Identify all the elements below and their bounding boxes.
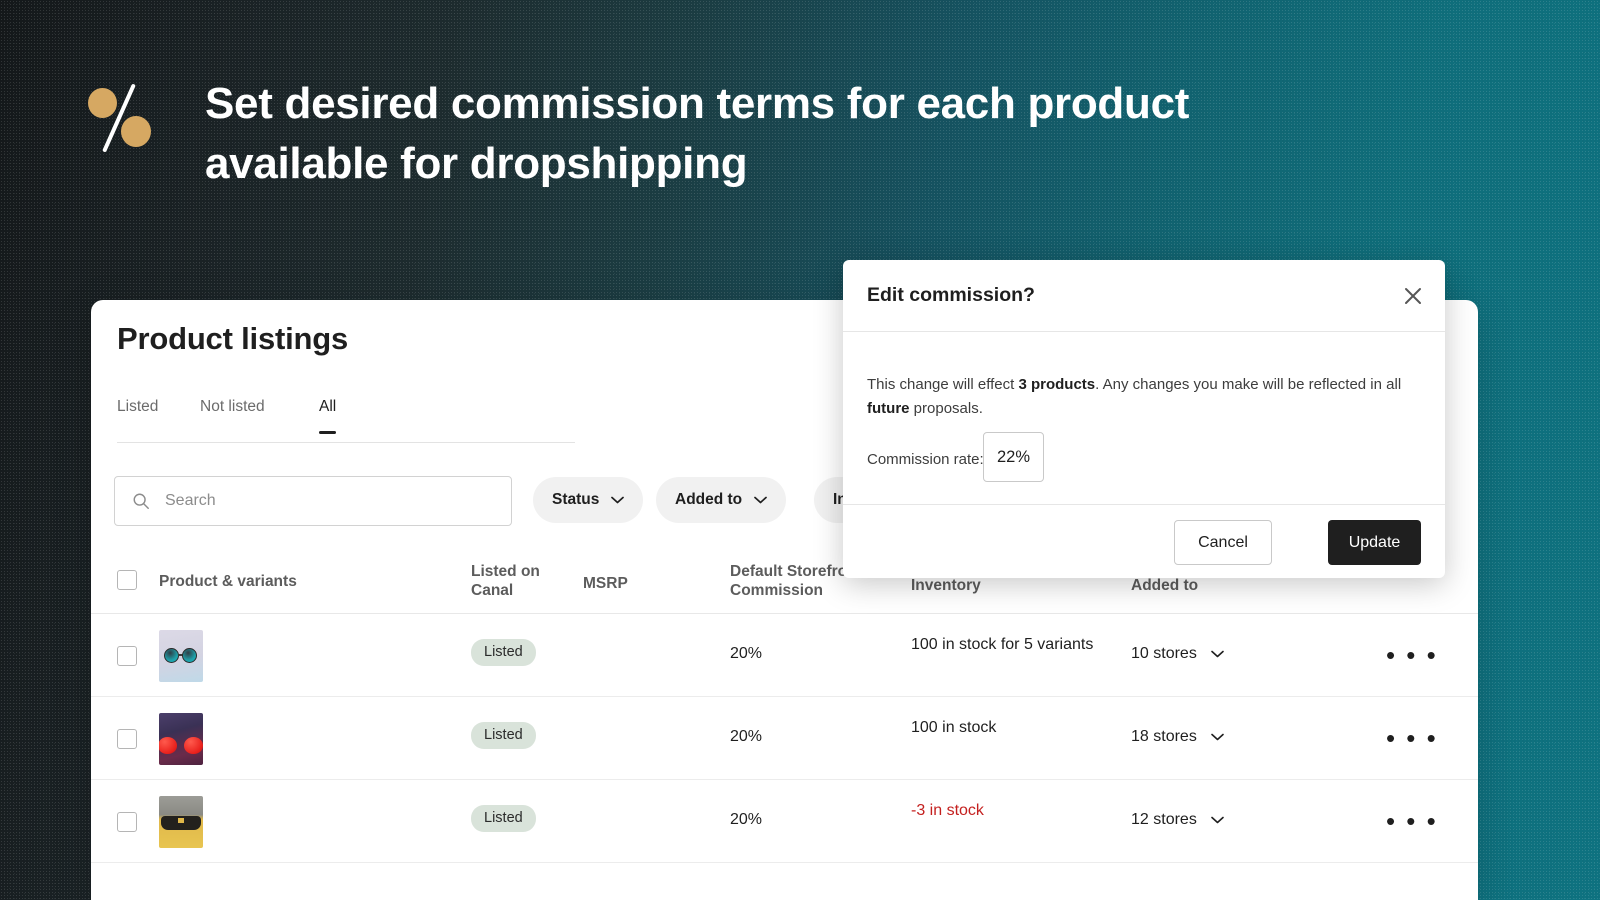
search-input[interactable]: Search: [114, 476, 512, 526]
chevron-down-icon: [1211, 816, 1224, 824]
logo-dot-bottom: [121, 116, 151, 147]
modal-text-part-2: . Any changes you make will be reflected…: [1095, 376, 1402, 393]
status-badge: Listed: [471, 722, 536, 749]
commission-rate-label: Commission rate:: [867, 451, 984, 468]
chevron-down-icon: [611, 496, 625, 504]
header-added-to: Added to: [1131, 577, 1199, 594]
added-to-value: 18 stores: [1131, 728, 1197, 745]
page-title: Product listings: [117, 321, 349, 356]
close-icon[interactable]: [1401, 284, 1425, 308]
row-checkbox[interactable]: [117, 646, 137, 666]
modal-text-part-1: This change will effect: [867, 376, 1019, 393]
header-msrp: MSRP: [583, 575, 628, 592]
header-product: Product & variants: [159, 573, 297, 590]
table-row: Listed 20% -3 in stock 12 stores • • •: [91, 780, 1478, 863]
table-row: Listed 20% 100 in stock 18 stores • • •: [91, 697, 1478, 780]
status-badge: Listed: [471, 805, 536, 832]
teal-round-sunglasses-thumbnail: [159, 630, 203, 682]
select-all-checkbox[interactable]: [117, 570, 137, 590]
tab-listed[interactable]: Listed: [117, 398, 158, 432]
row-checkbox-cell: [117, 729, 137, 749]
tab-all[interactable]: All: [319, 398, 337, 434]
row-actions-button[interactable]: • • •: [1386, 806, 1439, 837]
inventory-value: 100 in stock for 5 variants: [911, 636, 1094, 653]
select-all-checkbox-cell: [117, 570, 137, 590]
added-to-cell[interactable]: 12 stores: [1131, 811, 1224, 829]
table-row: Listed 20% 100 in stock for 5 variants 1…: [91, 614, 1478, 697]
filter-added-to-label: Added to: [675, 491, 743, 508]
filter-added-to[interactable]: Added to: [656, 477, 787, 523]
row-actions-button[interactable]: • • •: [1386, 640, 1439, 671]
inventory-value: -3 in stock: [911, 802, 984, 819]
chevron-down-icon: [1211, 650, 1224, 658]
modal-footer: Cancel Update: [843, 504, 1445, 578]
modal-title: Edit commission?: [867, 284, 1035, 306]
logo-dot-top: [88, 88, 117, 118]
added-to-value: 12 stores: [1131, 811, 1197, 828]
added-to-value: 10 stores: [1131, 645, 1197, 662]
modal-text-bold-products: 3 products: [1018, 376, 1096, 393]
modal-text-bold-future: future: [867, 400, 910, 417]
modal-description: This change will effect 3 products. Any …: [867, 373, 1412, 421]
row-actions-button[interactable]: • • •: [1386, 723, 1439, 754]
row-checkbox[interactable]: [117, 729, 137, 749]
filter-status-label: Status: [552, 491, 600, 508]
edit-commission-modal: Edit commission? This change will effect…: [843, 260, 1445, 578]
modal-header: Edit commission?: [843, 260, 1445, 332]
header-listed-on: Listed on Canal: [471, 563, 540, 600]
black-sunglasses-thumbnail: [159, 796, 203, 848]
added-to-cell[interactable]: 18 stores: [1131, 728, 1224, 746]
update-button[interactable]: Update: [1328, 520, 1421, 565]
product-table: Product & variants Listed on Canal MSRP …: [91, 550, 1478, 863]
commission-rate-input[interactable]: 22%: [983, 432, 1044, 482]
hero-title: Set desired commission terms for each pr…: [205, 79, 1190, 189]
cancel-button[interactable]: Cancel: [1174, 520, 1272, 565]
status-badge: Listed: [471, 639, 536, 666]
listed-badge-cell: Listed: [471, 639, 536, 666]
chevron-down-icon: [1211, 733, 1224, 741]
row-checkbox-cell: [117, 812, 137, 832]
tab-bar: Listed Not listed All: [117, 398, 575, 443]
search-icon: [133, 493, 149, 509]
percent-logo-icon: [86, 82, 160, 154]
listed-badge-cell: Listed: [471, 722, 536, 749]
filter-status[interactable]: Status: [533, 477, 644, 523]
listed-badge-cell: Listed: [471, 805, 536, 832]
modal-text-part-3: proposals.: [909, 400, 983, 417]
row-checkbox[interactable]: [117, 812, 137, 832]
hero-banner: Set desired commission terms for each pr…: [0, 0, 1600, 300]
row-checkbox-cell: [117, 646, 137, 666]
chevron-down-icon: [754, 496, 768, 504]
commission-value: 20%: [730, 645, 763, 662]
inventory-value: 100 in stock: [911, 719, 997, 736]
tab-not-listed[interactable]: Not listed: [200, 398, 265, 432]
commission-value: 20%: [730, 811, 763, 828]
added-to-cell[interactable]: 10 stores: [1131, 645, 1224, 663]
search-placeholder: Search: [165, 492, 216, 509]
commission-value: 20%: [730, 728, 763, 745]
header-inventory: Inventory: [911, 577, 981, 594]
red-lens-sunglasses-thumbnail: [159, 713, 203, 765]
modal-body: This change will effect 3 products. Any …: [843, 332, 1445, 504]
